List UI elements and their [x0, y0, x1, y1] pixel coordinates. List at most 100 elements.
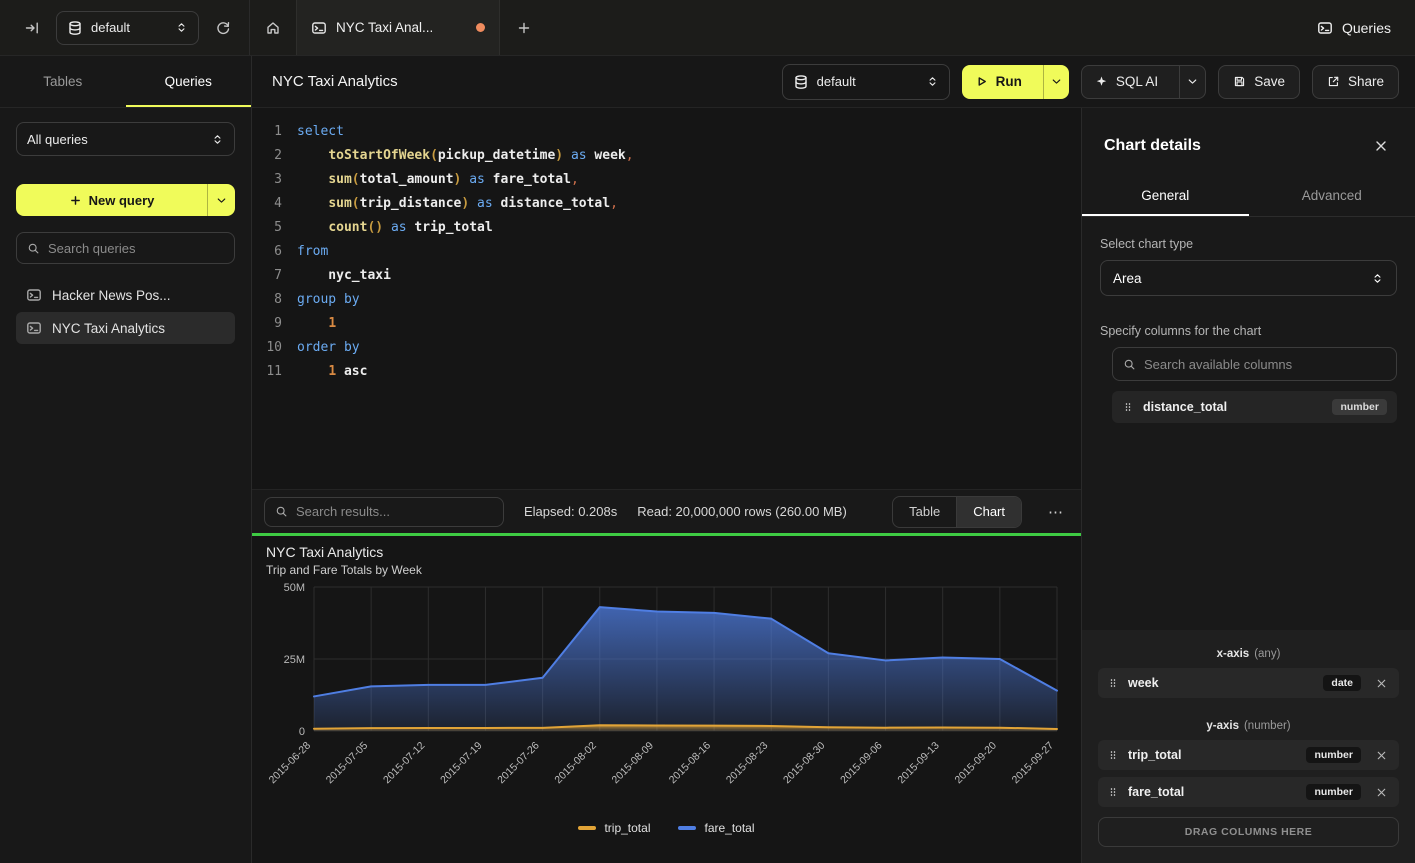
- header-database-selector[interactable]: default: [782, 64, 950, 100]
- code-line[interactable]: 2 toStartOfWeek(pickup_datetime) as week…: [252, 144, 1081, 168]
- sql-ai-split-button: SQL AI: [1081, 65, 1206, 99]
- new-query-dropdown-button[interactable]: [207, 184, 235, 216]
- code-line[interactable]: 7 nyc_taxi: [252, 264, 1081, 288]
- drop-zone[interactable]: DRAG COLUMNS HERE: [1098, 817, 1399, 847]
- tab-general[interactable]: General: [1082, 178, 1249, 216]
- search-results-input[interactable]: [296, 504, 493, 519]
- drag-handle-icon: [1107, 676, 1119, 690]
- close-panel-button[interactable]: [1369, 134, 1393, 158]
- code-line[interactable]: 5 count() as trip_total: [252, 216, 1081, 240]
- code-line[interactable]: 6from: [252, 240, 1081, 264]
- queries-button[interactable]: Queries: [1317, 20, 1391, 36]
- sidebar-tab-queries[interactable]: Queries: [126, 56, 252, 107]
- svg-text:2015-08-09: 2015-08-09: [610, 740, 657, 787]
- code-line[interactable]: 4 sum(trip_distance) as distance_total,: [252, 192, 1081, 216]
- available-column-chip[interactable]: distance_total number: [1112, 391, 1397, 423]
- svg-text:2015-08-23: 2015-08-23: [724, 740, 771, 787]
- page-title: NYC Taxi Analytics: [272, 73, 398, 90]
- topbar: default NYC Taxi Anal... Querie: [0, 0, 1415, 56]
- y-axis-chip[interactable]: trip_total number: [1098, 740, 1399, 770]
- topbar-left: default: [0, 11, 249, 45]
- run-button[interactable]: Run: [962, 65, 1035, 99]
- code-line[interactable]: 3 sum(total_amount) as fare_total,: [252, 168, 1081, 192]
- area-chart[interactable]: 025M50M2015-06-282015-07-052015-07-12201…: [266, 581, 1067, 821]
- collapse-sidebar-button[interactable]: [18, 14, 46, 42]
- chevron-down-icon: [1050, 75, 1063, 88]
- topbar-database-value: default: [91, 20, 167, 35]
- svg-text:2015-08-30: 2015-08-30: [781, 740, 828, 787]
- panel-title: Chart details: [1104, 137, 1201, 155]
- queries-label: Queries: [1342, 20, 1391, 36]
- close-icon: [1375, 749, 1388, 762]
- sql-ai-dropdown-button[interactable]: [1179, 66, 1205, 98]
- line-number: 8: [252, 288, 282, 312]
- chart-type-label: Select chart type: [1100, 237, 1397, 251]
- updown-chevron-icon: [175, 21, 188, 34]
- code-line[interactable]: 10order by: [252, 336, 1081, 360]
- new-query-split-button: New query: [16, 184, 235, 216]
- new-tab-button[interactable]: [500, 0, 548, 55]
- queries-filter-select[interactable]: All queries: [16, 122, 235, 156]
- sql-ai-button[interactable]: SQL AI: [1082, 66, 1171, 98]
- share-button[interactable]: Share: [1312, 65, 1399, 99]
- queries-filter-value: All queries: [27, 132, 88, 147]
- code-line[interactable]: 11 1 asc: [252, 360, 1081, 384]
- refresh-button[interactable]: [209, 14, 237, 42]
- updown-chevron-icon: [211, 133, 224, 146]
- save-button[interactable]: Save: [1218, 65, 1300, 99]
- more-options-button[interactable]: ⋯: [1042, 503, 1069, 521]
- tab-advanced[interactable]: Advanced: [1249, 178, 1415, 216]
- svg-text:0: 0: [299, 726, 305, 738]
- header-actions: default Run: [782, 64, 1399, 100]
- chart-subtitle: Trip and Fare Totals by Week: [266, 563, 1067, 577]
- arrow-to-line-icon: [24, 20, 40, 36]
- home-button[interactable]: [250, 0, 296, 55]
- legend-swatch: [578, 826, 596, 830]
- code-line[interactable]: 1select: [252, 120, 1081, 144]
- query-list-item[interactable]: Hacker News Pos...: [16, 279, 235, 311]
- query-item-label: Hacker News Pos...: [52, 288, 171, 303]
- table-view-tab[interactable]: Table: [893, 497, 956, 527]
- main-column: 1select2 toStartOfWeek(pickup_datetime) …: [252, 108, 1081, 863]
- svg-text:2015-07-19: 2015-07-19: [438, 740, 485, 787]
- play-icon: [975, 75, 988, 88]
- search-results-box: [264, 497, 504, 527]
- drag-handle-icon: [1122, 400, 1134, 414]
- new-query-button[interactable]: New query: [16, 184, 207, 216]
- remove-column-button[interactable]: [1372, 674, 1390, 692]
- query-list-item[interactable]: NYC Taxi Analytics: [16, 312, 235, 344]
- updown-chevron-icon: [926, 75, 939, 88]
- search-columns-input[interactable]: [1144, 357, 1386, 372]
- columns-block: distance_total number: [1112, 347, 1397, 423]
- sidebar-body: All queries New query: [0, 108, 251, 359]
- legend-label: trip_total: [604, 821, 650, 835]
- right-area: NYC Taxi Analytics default Run: [252, 56, 1415, 863]
- legend-item[interactable]: trip_total: [578, 821, 650, 835]
- code-line[interactable]: 8group by: [252, 288, 1081, 312]
- chart-type-select[interactable]: Area: [1100, 260, 1397, 296]
- query-tab[interactable]: NYC Taxi Anal...: [296, 0, 500, 55]
- code-line[interactable]: 9 1: [252, 312, 1081, 336]
- chart-view-tab[interactable]: Chart: [956, 497, 1021, 527]
- run-dropdown-button[interactable]: [1043, 65, 1069, 99]
- x-axis-chip[interactable]: week date: [1098, 668, 1399, 698]
- search-queries-box: [16, 232, 235, 264]
- search-columns-box: [1112, 347, 1397, 381]
- remove-column-button[interactable]: [1372, 783, 1390, 801]
- topbar-database-selector[interactable]: default: [56, 11, 199, 45]
- y-axis-chip[interactable]: fare_total number: [1098, 777, 1399, 807]
- remove-column-button[interactable]: [1372, 746, 1390, 764]
- close-icon: [1375, 786, 1388, 799]
- refresh-icon: [215, 20, 231, 36]
- svg-text:2015-07-05: 2015-07-05: [324, 740, 371, 787]
- svg-text:2015-07-12: 2015-07-12: [381, 740, 428, 787]
- plus-icon: [69, 194, 82, 207]
- line-number: 10: [252, 336, 282, 360]
- sql-ai-label: SQL AI: [1116, 74, 1158, 89]
- legend-item[interactable]: fare_total: [678, 821, 754, 835]
- header-database-value: default: [817, 74, 918, 89]
- line-number: 5: [252, 216, 282, 240]
- sql-editor[interactable]: 1select2 toStartOfWeek(pickup_datetime) …: [252, 108, 1081, 489]
- search-queries-input[interactable]: [48, 241, 224, 256]
- sidebar-tab-tables[interactable]: Tables: [0, 56, 126, 107]
